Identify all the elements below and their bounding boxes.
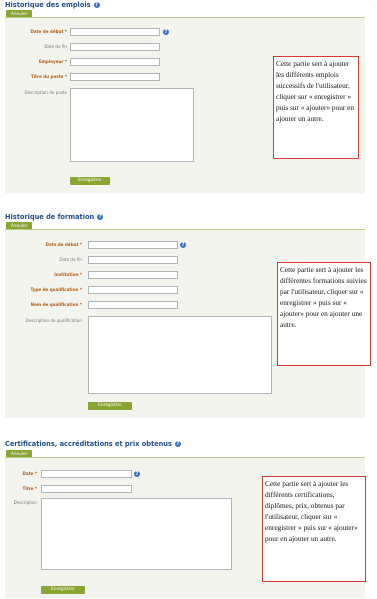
employment-end-date-input[interactable]	[70, 43, 160, 51]
education-start-date-label: Date de début *	[45, 242, 82, 247]
qualification-type-label: Type de qualification *	[30, 287, 82, 292]
employment-end-date-label: Date de fin	[44, 44, 67, 49]
help-icon[interactable]: ?	[180, 242, 186, 248]
education-title-text: Historique de formation	[5, 213, 95, 221]
education-start-date-input[interactable]	[88, 241, 178, 249]
employment-title: Historique des emplois ?	[5, 1, 100, 9]
certification-date-input[interactable]	[41, 470, 132, 478]
job-title-input[interactable]	[70, 73, 160, 81]
qualification-name-label: Nom de qualification *	[30, 302, 82, 307]
corner-mark: .	[373, 3, 375, 8]
qualification-description-textarea[interactable]	[88, 316, 272, 394]
employment-save-button[interactable]: Enregistrer	[70, 177, 110, 185]
education-title: Historique de formation ?	[5, 213, 104, 221]
help-icon[interactable]: ?	[174, 441, 181, 447]
employment-title-text: Historique des emplois	[5, 1, 91, 9]
qualification-type-input[interactable]	[88, 286, 178, 294]
job-description-label: Description du poste	[24, 90, 67, 95]
institution-input[interactable]	[88, 271, 178, 279]
help-icon[interactable]: ?	[163, 29, 169, 35]
certification-description-textarea[interactable]	[41, 498, 232, 570]
certifications-title: Certifications, accréditations et prix o…	[5, 440, 181, 448]
qualification-name-input[interactable]	[88, 301, 178, 309]
certifications-note: Cette partie sert à ajouter les différen…	[262, 476, 366, 582]
employment-cancel-button[interactable]: Annuler	[6, 10, 33, 17]
education-cancel-button[interactable]: Annuler	[6, 222, 33, 229]
education-end-date-input[interactable]	[88, 256, 178, 264]
employment-start-date-input[interactable]	[70, 28, 160, 36]
certification-description-label: Description	[13, 500, 37, 505]
institution-label: Institution *	[54, 272, 82, 277]
education-end-date-label: Date de fin	[59, 257, 82, 262]
education-save-button[interactable]: Enregistrer	[88, 402, 132, 410]
certifications-title-text: Certifications, accréditations et prix o…	[5, 440, 172, 448]
certifications-save-button[interactable]: Enregistrer	[41, 586, 85, 594]
help-icon[interactable]: ?	[93, 2, 100, 8]
education-note: Cette partie sert à ajouter les différen…	[277, 262, 371, 366]
help-icon[interactable]: ?	[134, 471, 140, 477]
certification-title-label: Titre *	[22, 486, 37, 491]
job-title-label: Titre du poste *	[30, 74, 67, 79]
help-icon[interactable]: ?	[97, 214, 104, 220]
qualification-description-label: Description de qualification	[25, 318, 82, 323]
job-description-textarea[interactable]	[70, 88, 194, 162]
employment-start-date-label: Date de début *	[30, 29, 67, 34]
certification-title-input[interactable]	[41, 485, 132, 493]
employment-note: Cette partie sert à ajouter les différen…	[273, 56, 359, 159]
employer-label: Employeur *	[38, 59, 67, 64]
certifications-cancel-button[interactable]: Annuler	[6, 450, 33, 457]
certification-date-label: Date *	[22, 471, 37, 476]
employer-input[interactable]	[70, 58, 160, 66]
